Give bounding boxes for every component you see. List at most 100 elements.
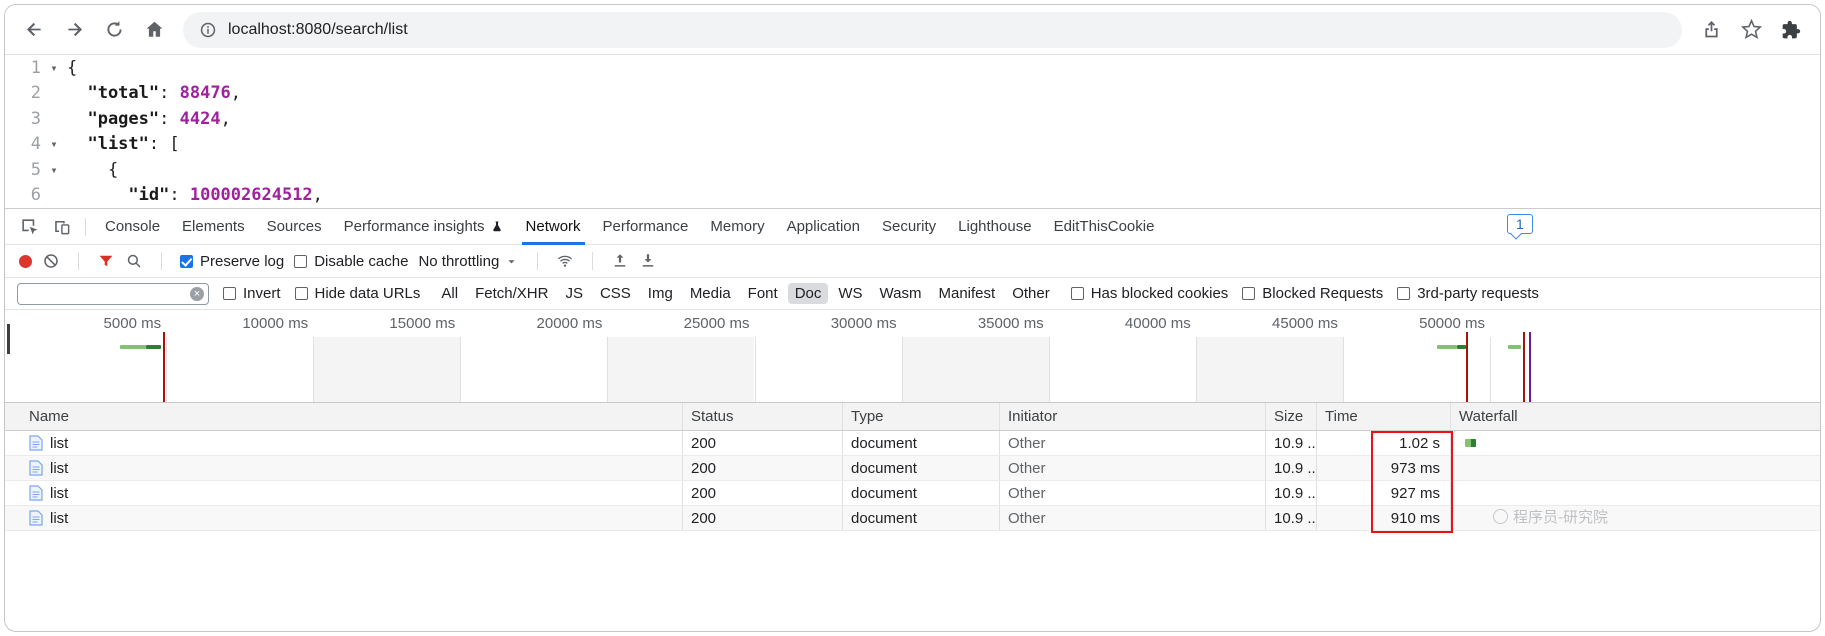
filter-type-fetch-xhr[interactable]: Fetch/XHR [468, 283, 555, 304]
column-header-time[interactable]: Time [1317, 403, 1451, 430]
throttling-select[interactable]: No throttling [418, 253, 519, 270]
checkbox-unchecked-icon [1242, 287, 1255, 300]
filter-type-img[interactable]: Img [641, 283, 680, 304]
blocked-requests-checkbox[interactable]: Blocked Requests [1242, 285, 1383, 302]
network-overview-timeline[interactable]: 5000 ms10000 ms15000 ms20000 ms25000 ms3… [5, 310, 1820, 403]
tab-memory[interactable]: Memory [699, 209, 775, 245]
third-party-requests-checkbox[interactable]: 3rd-party requests [1397, 285, 1539, 302]
timeline-label: 35000 ms [924, 315, 1044, 332]
import-har-icon[interactable] [611, 252, 629, 270]
tab-sources[interactable]: Sources [256, 209, 333, 245]
network-toolbar: Preserve log Disable cache No throttling [5, 245, 1820, 278]
tab-lighthouse[interactable]: Lighthouse [947, 209, 1042, 245]
tab-performance[interactable]: Performance [592, 209, 700, 245]
filter-type-media[interactable]: Media [683, 283, 738, 304]
request-name: list [50, 456, 68, 480]
request-overview-bar [120, 345, 146, 349]
back-icon[interactable] [17, 13, 51, 47]
disable-cache-checkbox[interactable]: Disable cache [294, 253, 408, 270]
has-blocked-cookies-checkbox[interactable]: Has blocked cookies [1071, 285, 1229, 302]
reload-icon[interactable] [97, 13, 131, 47]
timeline-gridline [166, 337, 167, 402]
request-size: 10.9 ... [1266, 506, 1317, 530]
address-bar[interactable]: localhost:8080/search/list [183, 12, 1682, 48]
json-token: 100002624512 [190, 185, 313, 205]
home-icon[interactable] [137, 13, 171, 47]
request-name: list [50, 506, 68, 530]
tab-label: EditThisCookie [1054, 218, 1155, 235]
inspect-element-icon[interactable] [13, 212, 45, 242]
checkbox-unchecked-icon [223, 287, 236, 300]
share-icon[interactable] [1694, 13, 1728, 47]
request-type: document [843, 481, 1000, 505]
json-token: 4424 [180, 109, 221, 129]
column-header-initiator[interactable]: Initiator [1000, 403, 1266, 430]
tab-performance-insights[interactable]: Performance insights [333, 209, 515, 245]
request-status: 200 [683, 431, 843, 455]
timeline-label: 50000 ms [1365, 315, 1485, 332]
filter-type-font[interactable]: Font [741, 283, 785, 304]
request-name: list [50, 431, 68, 455]
clear-filter-icon[interactable]: × [190, 287, 204, 301]
extensions-puzzle-icon[interactable] [1774, 13, 1808, 47]
column-header-name[interactable]: Name [5, 403, 683, 430]
timeline-gridline [1049, 337, 1050, 402]
watermark-text: 程序员-研究院 [1513, 506, 1608, 527]
page-info-icon[interactable] [199, 21, 217, 39]
filter-type-other[interactable]: Other [1005, 283, 1057, 304]
request-time: 1.02 s [1317, 431, 1451, 455]
tab-label: Lighthouse [958, 218, 1031, 235]
request-row[interactable]: list200documentOther10.9 ...927 ms [5, 481, 1820, 506]
line-number: 6 [5, 183, 41, 208]
tab-application[interactable]: Application [776, 209, 871, 245]
hide-data-urls-checkbox[interactable]: Hide data URLs [295, 285, 421, 302]
filter-type-wasm[interactable]: Wasm [873, 283, 929, 304]
tab-console[interactable]: Console [94, 209, 171, 245]
console-message-badge[interactable]: 1 [1507, 214, 1533, 234]
request-size: 10.9 ... [1266, 481, 1317, 505]
column-header-waterfall[interactable]: Waterfall [1451, 403, 1820, 430]
tab-network[interactable]: Network [515, 209, 592, 245]
filter-type-doc[interactable]: Doc [788, 283, 829, 304]
search-icon[interactable] [125, 252, 143, 270]
column-header-size[interactable]: Size [1266, 403, 1317, 430]
request-overview-bar [1508, 345, 1521, 349]
overview-drag-handle[interactable] [7, 324, 10, 354]
filter-input-box[interactable]: × [17, 283, 209, 305]
preserve-log-checkbox[interactable]: Preserve log [180, 253, 284, 270]
record-icon[interactable] [19, 255, 32, 268]
export-har-icon[interactable] [639, 252, 657, 270]
filter-type-js[interactable]: JS [558, 283, 590, 304]
request-name: list [50, 481, 68, 505]
column-header-status[interactable]: Status [683, 403, 843, 430]
filter-type-all[interactable]: All [434, 283, 465, 304]
devtools-tab-bar: ConsoleElements Sources Performance insigh… [5, 209, 1820, 245]
forward-icon[interactable] [57, 13, 91, 47]
column-header-type[interactable]: Type [843, 403, 1000, 430]
request-row[interactable]: list200documentOther10.9 ...973 ms [5, 456, 1820, 481]
fold-toggle-icon[interactable]: ▾ [41, 132, 67, 157]
checkbox-unchecked-icon [295, 287, 308, 300]
filter-type-css[interactable]: CSS [593, 283, 638, 304]
invert-checkbox[interactable]: Invert [223, 285, 281, 302]
bookmark-star-icon[interactable] [1734, 13, 1768, 47]
json-code: { [67, 158, 118, 183]
network-conditions-wifi-icon[interactable] [556, 252, 574, 270]
clear-icon[interactable] [42, 252, 60, 270]
filter-input[interactable] [22, 286, 186, 302]
tab-security[interactable]: Security [871, 209, 947, 245]
fold-toggle-icon[interactable]: ▾ [41, 158, 67, 183]
network-filter-bar: × Invert Hide data URLs AllFetch/XHRJSCS… [5, 278, 1820, 310]
tab-editthiscookie[interactable]: EditThisCookie [1043, 209, 1166, 245]
device-toolbar-icon[interactable] [45, 212, 77, 242]
fold-toggle-icon[interactable]: ▾ [41, 56, 67, 81]
request-initiator: Other [1000, 506, 1266, 530]
request-row[interactable]: list200documentOther10.9 ...1.02 s [5, 431, 1820, 456]
tab-elements[interactable]: Elements [171, 209, 256, 245]
devtools-panel: ConsoleElements Sources Performance insigh… [5, 208, 1820, 531]
tab-label: Sources [267, 218, 322, 235]
filter-type-ws[interactable]: WS [831, 283, 869, 304]
filter-type-manifest[interactable]: Manifest [932, 283, 1003, 304]
separator [537, 252, 538, 270]
filter-funnel-icon[interactable] [97, 252, 115, 270]
